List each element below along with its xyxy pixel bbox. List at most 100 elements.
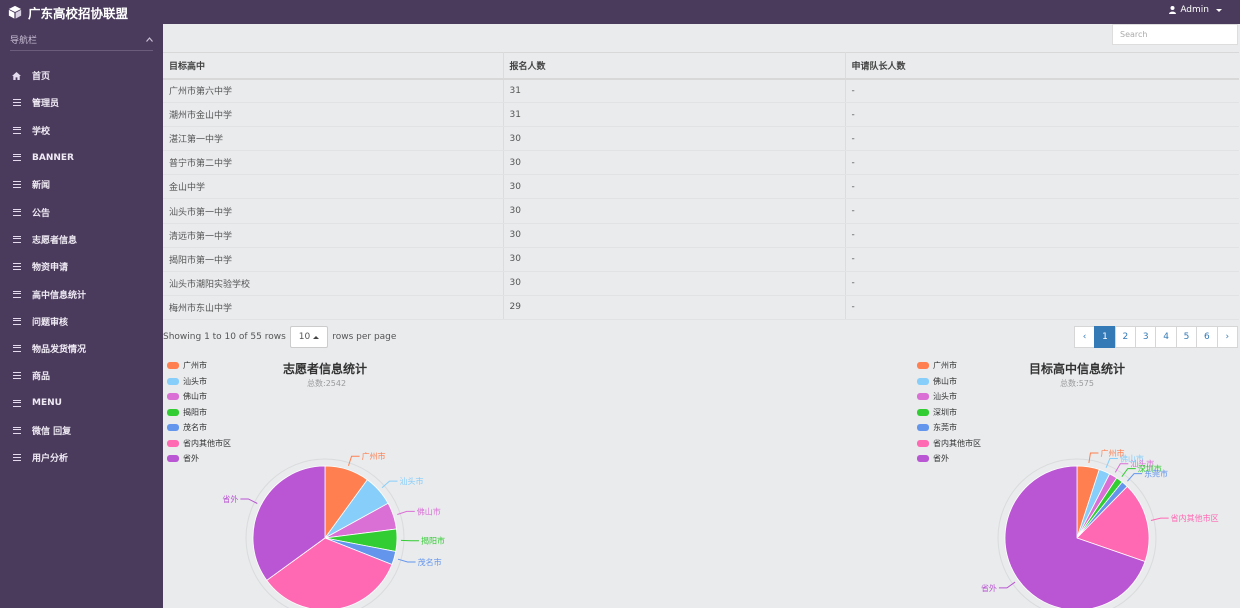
- user-menu[interactable]: Admin: [1169, 5, 1222, 15]
- sidebar-item-label: 物品发货情况: [32, 345, 87, 356]
- pagination: ‹ 1 2 3 4 5 6 ›: [1073, 326, 1238, 348]
- column-header[interactable]: 目标高中: [163, 52, 504, 80]
- column-header[interactable]: 报名人数: [503, 52, 846, 80]
- table-row[interactable]: 揭阳市第一中学 30-: [163, 247, 1239, 272]
- legend-label: 佛山市: [183, 392, 207, 402]
- sidebar-item-volunteers[interactable]: 志愿者信息: [0, 226, 163, 253]
- legend-item[interactable]: 省内其他市区: [167, 436, 231, 452]
- table-header-row: 目标高中 报名人数 申请队长人数: [163, 52, 1239, 80]
- table-cell: 30: [503, 150, 846, 176]
- sidebar-item-home[interactable]: 首页: [0, 62, 163, 89]
- sidebar-item-supplies[interactable]: 物资申请: [0, 253, 163, 280]
- sidebar-item-admins[interactable]: 管理员: [0, 89, 163, 116]
- table-row[interactable]: 潮州市金山中学 31-: [163, 102, 1239, 128]
- legend-item[interactable]: 汕头市: [917, 389, 981, 405]
- pie-label: 佛山市: [417, 506, 441, 516]
- sidebar-item-news[interactable]: 新闻: [0, 171, 163, 198]
- table-row[interactable]: 普宁市第二中学 30-: [163, 150, 1239, 176]
- legend-label: 省内其他市区: [933, 438, 981, 448]
- nav-header[interactable]: 导航栏: [10, 33, 153, 51]
- table-cell: -: [845, 247, 1239, 272]
- list-icon: [12, 154, 21, 162]
- chart-subtitle: 总数:2542: [307, 379, 347, 388]
- sidebar-item-label: 问题审核: [32, 317, 69, 328]
- table-cell: -: [845, 174, 1239, 200]
- legend-item[interactable]: 省外: [917, 451, 981, 467]
- legend-item[interactable]: 深圳市: [917, 405, 981, 421]
- legend-label: 省内其他市区: [183, 438, 231, 448]
- table-cell: 31: [503, 102, 846, 128]
- table-cell: -: [845, 223, 1239, 248]
- page-size-dropdown[interactable]: 10: [289, 326, 329, 348]
- sidebar-item-label: 新闻: [32, 181, 51, 192]
- list-icon: [12, 427, 21, 434]
- legend-item[interactable]: 茂名市: [167, 420, 231, 436]
- pie-leader-line: [1121, 468, 1136, 477]
- pie-label: 茂名市: [418, 557, 442, 567]
- table-row[interactable]: 汕头市潮阳实验学校 30-: [163, 271, 1239, 296]
- sidebar-item-menu[interactable]: MENU: [0, 390, 163, 417]
- table-cell: 清远市第一中学: [163, 223, 504, 248]
- legend-item[interactable]: 佛山市: [917, 374, 981, 390]
- table-row[interactable]: 梅州市东山中学 29-: [163, 295, 1239, 320]
- table-cell: 普宁市第二中学: [163, 150, 504, 176]
- legend-item[interactable]: 广州市: [167, 358, 231, 374]
- sidebar: 广东高校招协联盟 导航栏 首页 管理员 学校 BANNER 新闻 公告 志愿者信…: [0, 0, 163, 608]
- sidebar-menu: 首页 管理员 学校 BANNER 新闻 公告 志愿者信息 物资申请 高中信息统计…: [0, 62, 163, 471]
- legend-label: 汕头市: [183, 376, 207, 386]
- table-row[interactable]: 广州市第六中学 31-: [163, 78, 1239, 104]
- pie-label: 广州市: [362, 451, 386, 461]
- legend-item[interactable]: 佛山市: [167, 389, 231, 405]
- legend-item[interactable]: 东莞市: [917, 420, 981, 436]
- page-button-3[interactable]: 3: [1135, 326, 1157, 348]
- list-icon: [12, 263, 21, 271]
- list-icon: [12, 235, 21, 243]
- sidebar-item-review[interactable]: 问题审核: [0, 308, 163, 335]
- sidebar-item-wechat-reply[interactable]: 微信 回复: [0, 417, 163, 444]
- pie-label: 省外: [222, 494, 238, 504]
- list-icon: [12, 317, 21, 325]
- next-page-button[interactable]: ›: [1216, 326, 1238, 348]
- page-button-4[interactable]: 4: [1155, 326, 1177, 348]
- legend-item[interactable]: 省内其他市区: [917, 436, 981, 452]
- sidebar-item-shipping[interactable]: 物品发货情况: [0, 335, 163, 362]
- sidebar-item-label: 公告: [32, 208, 51, 219]
- page-button-5[interactable]: 5: [1175, 326, 1198, 348]
- legend-label: 茂名市: [183, 423, 207, 433]
- chart-subtitle: 总数:575: [1060, 379, 1094, 388]
- table-cell: 29: [503, 295, 846, 320]
- sidebar-item-schools[interactable]: 学校: [0, 117, 163, 144]
- table-row[interactable]: 清远市第一中学 30-: [163, 223, 1239, 248]
- column-header[interactable]: 申请队长人数: [845, 52, 1239, 80]
- table-cell: 汕头市潮阳实验学校: [163, 271, 504, 296]
- page-size-value: 10: [298, 332, 311, 342]
- list-icon: [12, 290, 21, 298]
- list-icon: [12, 399, 21, 407]
- table-cell: -: [845, 102, 1239, 128]
- table-cell: 汕头市第一中学: [163, 198, 504, 224]
- sidebar-item-label: MENU: [32, 398, 62, 409]
- legend-item[interactable]: 广州市: [917, 358, 981, 374]
- prev-page-button[interactable]: ‹: [1073, 326, 1096, 348]
- legend-item[interactable]: 省外: [167, 451, 231, 467]
- page-button-6[interactable]: 6: [1196, 326, 1218, 348]
- legend-item[interactable]: 揭阳市: [167, 405, 231, 421]
- search-input[interactable]: [1112, 24, 1238, 45]
- legend-item[interactable]: 汕头市: [167, 374, 231, 390]
- chart-legend: 广州市 佛山市 汕头市 深圳市 东莞市 省内其他市区 省外: [917, 358, 981, 467]
- sidebar-item-banner[interactable]: BANNER: [0, 144, 163, 171]
- legend-label: 广州市: [183, 361, 207, 371]
- page-button-2[interactable]: 2: [1114, 326, 1137, 348]
- sidebar-item-user-analysis[interactable]: 用户分析: [0, 444, 163, 471]
- sidebar-item-label: 微信 回复: [32, 427, 72, 437]
- brand[interactable]: 广东高校招协联盟: [0, 0, 163, 24]
- table-row[interactable]: 金山中学 30-: [163, 174, 1239, 200]
- table-row[interactable]: 汕头市第一中学 30-: [163, 198, 1239, 224]
- table-cell: 梅州市东山中学: [163, 295, 504, 320]
- sidebar-item-announcements[interactable]: 公告: [0, 198, 163, 225]
- sidebar-item-products[interactable]: 商品: [0, 362, 163, 389]
- sidebar-item-school-stats[interactable]: 高中信息统计: [0, 280, 163, 307]
- sidebar-item-label: 物资申请: [32, 263, 69, 274]
- table-row[interactable]: 湛江第一中学 30-: [163, 126, 1239, 152]
- page-button-1[interactable]: 1: [1094, 326, 1116, 348]
